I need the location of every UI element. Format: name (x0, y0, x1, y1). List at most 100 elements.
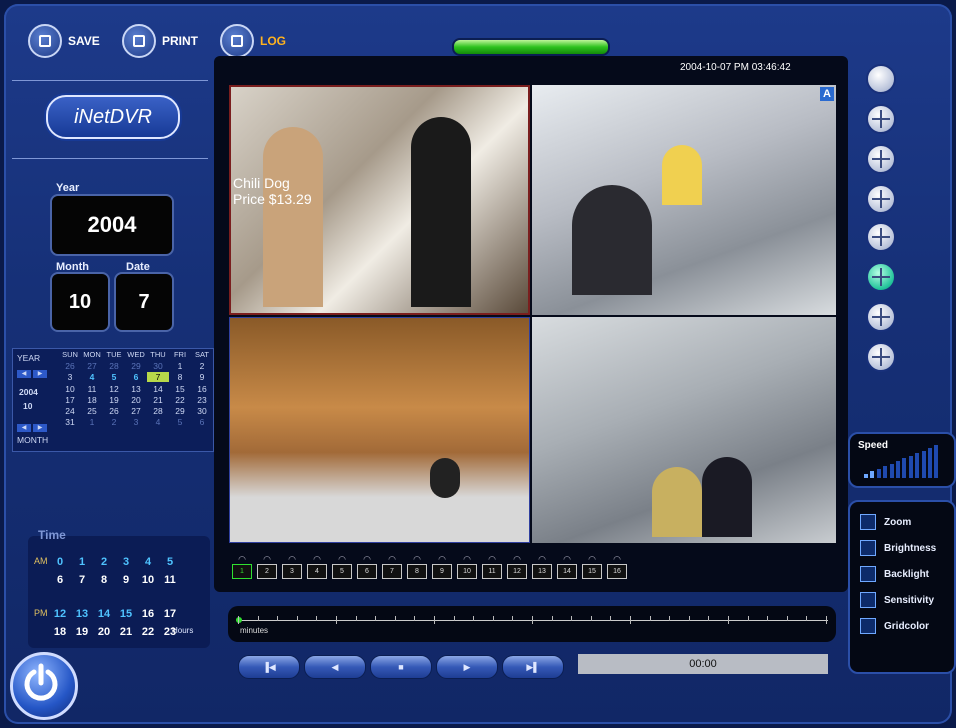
hour-option[interactable]: 5 (160, 556, 180, 568)
save-button[interactable]: SAVE (28, 24, 100, 58)
calendar-day[interactable]: 29 (125, 361, 147, 371)
channel-button[interactable]: ◠ 10 (457, 554, 477, 582)
hour-option[interactable]: 18 (50, 626, 70, 638)
channel-button[interactable]: ◠ 13 (532, 554, 552, 582)
calendar-day[interactable]: 26 (103, 406, 125, 416)
calendar-day[interactable]: 28 (147, 406, 169, 416)
hour-option[interactable]: 6 (50, 574, 70, 586)
speed-bars[interactable] (864, 444, 944, 478)
calendar-day[interactable]: 14 (147, 384, 169, 394)
nine-view-button-2[interactable] (866, 302, 896, 332)
channel-button[interactable]: ◠ 12 (507, 554, 527, 582)
channel-button[interactable]: ◠ 2 (257, 554, 277, 582)
hour-option[interactable]: 7 (72, 574, 92, 586)
quad-view-button[interactable] (866, 104, 896, 134)
skip-forward-button[interactable]: ▶▌ (502, 655, 564, 679)
calendar-day[interactable]: 26 (59, 361, 81, 371)
calendar-day[interactable]: 16 (191, 384, 213, 394)
rewind-button[interactable]: ◀ (304, 655, 366, 679)
calendar-day[interactable]: 15 (169, 384, 191, 394)
calendar-day[interactable]: 30 (147, 361, 169, 371)
calendar-day[interactable]: 27 (125, 406, 147, 416)
gridcolor-button[interactable]: Gridcolor (860, 618, 929, 634)
channel-button[interactable]: ◠ 5 (332, 554, 352, 582)
hour-option[interactable]: 4 (138, 556, 158, 568)
quad-view-button-2[interactable] (866, 144, 896, 174)
hour-option[interactable]: 14 (94, 608, 114, 620)
hour-option[interactable]: 9 (116, 574, 136, 586)
timeline[interactable]: minutes (228, 606, 836, 642)
channel-button[interactable]: ◠ 7 (382, 554, 402, 582)
calendar-day[interactable]: 20 (125, 395, 147, 405)
channel-button[interactable]: ◠ 3 (282, 554, 302, 582)
calendar-day[interactable]: 29 (169, 406, 191, 416)
hour-option[interactable]: 15 (116, 608, 136, 620)
calendar-day[interactable]: 18 (81, 395, 103, 405)
month-nav[interactable]: ◀ ▶ (17, 421, 49, 432)
channel-button[interactable]: ◠ 8 (407, 554, 427, 582)
sixteen-view-button[interactable] (866, 342, 896, 372)
calendar-day[interactable]: 19 (103, 395, 125, 405)
calendar-day[interactable]: 17 (59, 395, 81, 405)
calendar-day[interactable]: 13 (125, 384, 147, 394)
hour-option[interactable]: 21 (116, 626, 136, 638)
calendar-day[interactable]: 6 (125, 372, 147, 382)
calendar-day[interactable]: 2 (191, 361, 213, 371)
hour-option[interactable]: 2 (94, 556, 114, 568)
hour-option[interactable]: 8 (94, 574, 114, 586)
nine-view-button[interactable] (866, 262, 896, 292)
stop-button[interactable]: ■ (370, 655, 432, 679)
channel-button[interactable]: ◠ 14 (557, 554, 577, 582)
channel-button[interactable]: ◠ 16 (607, 554, 627, 582)
hour-option[interactable]: 23 (160, 626, 180, 638)
calendar-day[interactable]: 22 (169, 395, 191, 405)
calendar-day[interactable]: 4 (81, 372, 103, 382)
hour-option[interactable]: 10 (138, 574, 158, 586)
hour-option[interactable]: 16 (138, 608, 158, 620)
calendar-day[interactable]: 4 (147, 417, 169, 427)
hour-option[interactable]: 19 (72, 626, 92, 638)
camera-3-view[interactable] (229, 317, 530, 543)
calendar-day[interactable]: 7 (147, 372, 169, 383)
sensitivity-button[interactable]: Sensitivity (860, 592, 934, 608)
hour-option[interactable]: 1 (72, 556, 92, 568)
hour-option[interactable]: 11 (160, 574, 180, 586)
hour-option[interactable]: 22 (138, 626, 158, 638)
quad-view-button-3[interactable] (866, 184, 896, 214)
calendar-day[interactable]: 24 (59, 406, 81, 416)
power-button[interactable] (10, 652, 78, 720)
prev-month-icon[interactable]: ◀ (17, 424, 31, 432)
channel-button[interactable]: ◠ 6 (357, 554, 377, 582)
calendar-day[interactable]: 6 (191, 417, 213, 427)
zoom-button[interactable]: Zoom (860, 514, 911, 530)
calendar-day[interactable]: 8 (169, 372, 191, 382)
speed-control[interactable]: Speed (848, 432, 956, 488)
channel-button[interactable]: ◠ 1 (232, 554, 252, 582)
play-button[interactable]: ▶ (436, 655, 498, 679)
print-button[interactable]: PRINT (122, 24, 198, 58)
calendar-day[interactable]: 10 (59, 384, 81, 394)
camera-1-view[interactable]: Chili Dog Price $13.29 (229, 85, 530, 315)
hour-option[interactable]: 0 (50, 556, 70, 568)
calendar-day[interactable]: 3 (125, 417, 147, 427)
calendar-day[interactable]: 23 (191, 395, 213, 405)
hour-option[interactable]: 12 (50, 608, 70, 620)
log-button[interactable]: LOG (220, 24, 286, 58)
calendar-day[interactable]: 12 (103, 384, 125, 394)
calendar-day[interactable]: 27 (81, 361, 103, 371)
brightness-button[interactable]: Brightness (860, 540, 936, 556)
backlight-button[interactable]: Backlight (860, 566, 929, 582)
hour-option[interactable]: 13 (72, 608, 92, 620)
calendar-day[interactable]: 30 (191, 406, 213, 416)
calendar-day[interactable]: 28 (103, 361, 125, 371)
calendar-day[interactable]: 2 (103, 417, 125, 427)
calendar-day[interactable]: 3 (59, 372, 81, 382)
year-nav[interactable]: ◀ ▶ (17, 367, 49, 378)
camera-4-view[interactable] (532, 317, 836, 543)
calendar-day[interactable]: 25 (81, 406, 103, 416)
calendar-day[interactable]: 21 (147, 395, 169, 405)
channel-button[interactable]: ◠ 11 (482, 554, 502, 582)
calendar-day[interactable]: 1 (81, 417, 103, 427)
calendar-day[interactable]: 31 (59, 417, 81, 427)
calendar-day[interactable]: 11 (81, 384, 103, 394)
